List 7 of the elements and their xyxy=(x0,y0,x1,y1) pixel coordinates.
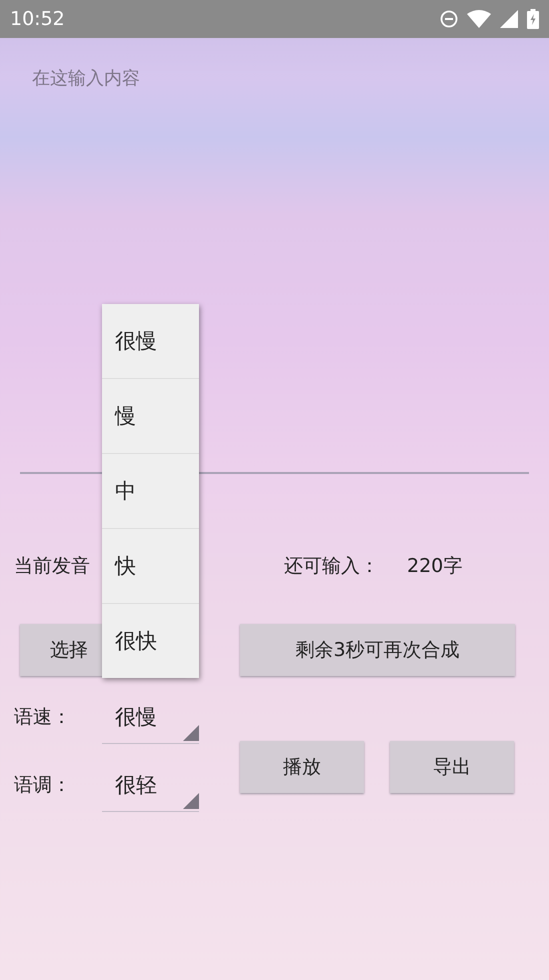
remaining-label: 还可输入： xyxy=(284,554,379,579)
tone-label: 语调： xyxy=(14,773,72,798)
remaining-count: 220字 xyxy=(407,554,462,579)
voice-label: 当前发音 xyxy=(14,554,90,579)
speed-label: 语速： xyxy=(14,705,72,730)
placeholder-text: 在这输入内容 xyxy=(32,68,140,89)
status-time: 10:52 xyxy=(10,8,65,30)
